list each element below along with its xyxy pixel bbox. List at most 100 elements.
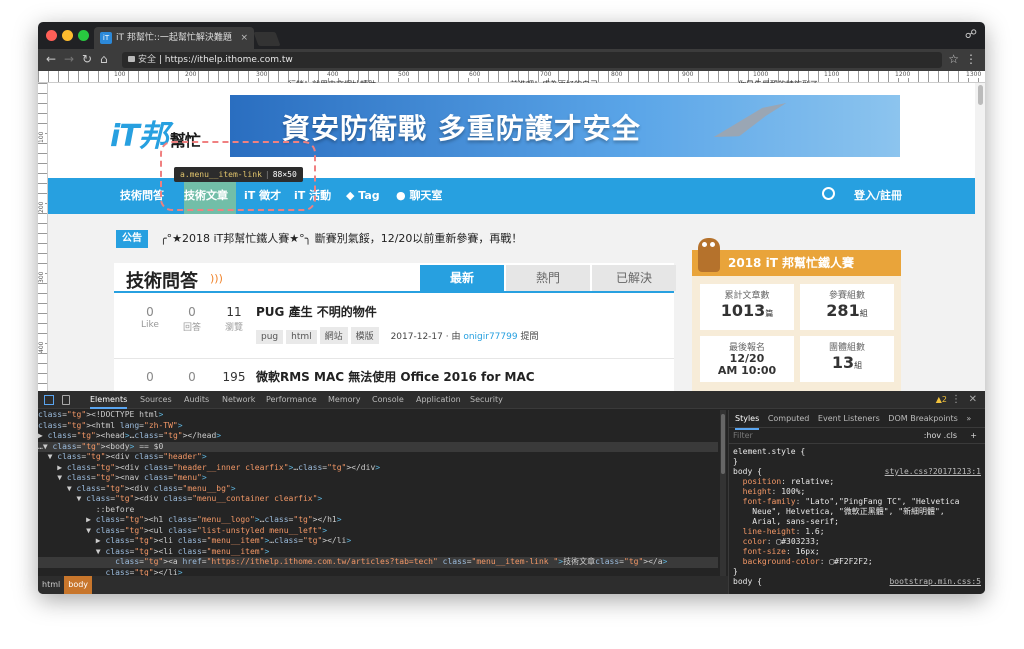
style-line[interactable]: line-height: 1.6; bbox=[729, 527, 985, 537]
dom-node[interactable]: ▶ class="tg"><head>…class="tg"></head> bbox=[38, 431, 718, 442]
close-tab-icon[interactable]: × bbox=[240, 27, 248, 49]
style-line[interactable]: body {bootstrap.min.css:5 bbox=[729, 577, 985, 587]
close-window-button[interactable] bbox=[46, 30, 57, 41]
devtools-menu-icon[interactable]: ⋮ bbox=[951, 391, 961, 409]
dom-node[interactable]: ▶ class="tg"><div class="header__inner c… bbox=[38, 463, 718, 474]
dom-node[interactable]: ▶ class="tg"><li class="menu__item">…cla… bbox=[38, 536, 718, 547]
styles-filter[interactable]: Filter :hov .cls + bbox=[729, 428, 985, 444]
forward-arrow-icon[interactable]: → bbox=[64, 52, 74, 66]
style-line[interactable]: Neue", Helvetica, "微軟正黑體", "新細明體", bbox=[729, 507, 985, 517]
dom-node[interactable]: class="tg"><html lang="zh-TW"> bbox=[38, 421, 718, 432]
style-line[interactable]: } bbox=[729, 567, 985, 577]
crumb-body[interactable]: body bbox=[64, 576, 93, 594]
style-line[interactable]: height: 100%; bbox=[729, 487, 985, 497]
tab-styles[interactable]: Styles bbox=[735, 410, 760, 430]
devtools-tab-performance[interactable]: Performance bbox=[266, 391, 317, 409]
login-link[interactable]: 登入/註冊 bbox=[854, 178, 902, 214]
browser-menu-icon[interactable]: ⋮ bbox=[965, 52, 977, 66]
question-title[interactable]: PUG 產生 不明的物件 bbox=[256, 303, 377, 320]
address-bar[interactable]: 安全 | https://ithelp.ithome.com.tw bbox=[122, 52, 942, 68]
home-icon[interactable]: ⌂ bbox=[100, 52, 108, 66]
tab-hot[interactable]: 熱門 bbox=[506, 265, 590, 291]
devtools-tab-console[interactable]: Console bbox=[372, 391, 404, 409]
tag-template[interactable]: 模版 bbox=[350, 327, 379, 344]
nav-item-chat[interactable]: ● 聊天室 bbox=[396, 178, 442, 214]
dom-node[interactable]: ▼ class="tg"><div class="menu__bg"> bbox=[38, 484, 718, 495]
question-row[interactable]: 0 Like 0 回答 11 瀏覽 PUG 產生 不明的物件 pug html 網站 模版 … bbox=[114, 295, 674, 359]
dom-node[interactable]: class="tg"><a href="https://ithelp.ithom… bbox=[38, 557, 718, 568]
search-icon[interactable] bbox=[822, 187, 835, 200]
nav-item-tech-qa[interactable]: 技術問答 bbox=[120, 178, 164, 214]
warning-count[interactable]: ▲2 bbox=[936, 391, 947, 409]
rss-icon[interactable]: ))) bbox=[210, 273, 223, 285]
dom-node[interactable]: ▼ class="tg"><nav class="menu"> bbox=[38, 473, 718, 484]
filter-input[interactable]: Filter bbox=[733, 431, 753, 440]
dom-tree[interactable]: class="tg"><!DOCTYPE html> class="tg"><ht… bbox=[38, 410, 718, 576]
ad-banner[interactable]: 資安防衛戰 多重防護才安全 bbox=[230, 95, 900, 157]
dom-node[interactable]: ▼ class="tg"><div class="header"> bbox=[38, 452, 718, 463]
style-line[interactable]: Arial, sans-serif; bbox=[729, 517, 985, 527]
tab-solved[interactable]: 已解決 bbox=[592, 265, 676, 291]
question-row[interactable]: 0 0 195 微軟RMS MAC 無法使用 Office 2016 for M… bbox=[114, 360, 674, 391]
style-line[interactable]: } bbox=[729, 457, 985, 467]
minimize-window-button[interactable] bbox=[62, 30, 73, 41]
bookmark-star-icon[interactable]: ☆ bbox=[948, 52, 959, 66]
style-line[interactable]: position: relative; bbox=[729, 477, 985, 487]
style-line[interactable]: font-family: "Lato","PingFang TC", "Helv… bbox=[729, 497, 985, 507]
ruler-mark: 700 bbox=[539, 71, 553, 78]
devtools-tab-audits[interactable]: Audits bbox=[184, 391, 209, 409]
new-tab-button[interactable] bbox=[253, 32, 281, 46]
devtools-tab-security[interactable]: Security bbox=[470, 391, 503, 409]
tab-latest[interactable]: 最新 bbox=[420, 265, 504, 291]
add-rule-icon[interactable]: + bbox=[970, 428, 977, 444]
style-line[interactable]: element.style { bbox=[729, 447, 985, 457]
reload-icon[interactable]: ↻ bbox=[82, 52, 92, 66]
device-toggle-icon[interactable] bbox=[62, 395, 70, 405]
tag-website[interactable]: 網站 bbox=[319, 327, 348, 344]
tab-computed[interactable]: Computed bbox=[768, 410, 810, 428]
dom-breadcrumb: html body bbox=[38, 576, 728, 594]
devtools-tab-network[interactable]: Network bbox=[222, 391, 255, 409]
hov-cls-toggle[interactable]: :hov .cls bbox=[924, 428, 957, 444]
stat-value: 281 bbox=[826, 301, 860, 320]
announcement-text[interactable]: ╭°★2018 iT邦幫忙鐵人賽★°╮ 斷賽別氣餒，12/20以前重新參賽，再戰… bbox=[160, 230, 522, 248]
devtools-tab-elements[interactable]: Elements bbox=[90, 391, 128, 409]
style-line[interactable]: font-size: 16px; bbox=[729, 547, 985, 557]
more-tabs-icon[interactable]: » bbox=[966, 410, 971, 428]
inspect-picker-icon[interactable] bbox=[44, 395, 54, 405]
devtools-panel: Elements Sources Audits Network Performance M… bbox=[38, 391, 985, 594]
stylesheet-link[interactable]: style.css?20171213:1 bbox=[885, 467, 981, 477]
jet-image bbox=[709, 95, 791, 145]
dom-node[interactable]: ::before bbox=[38, 505, 718, 516]
dom-scrollbar[interactable] bbox=[720, 410, 726, 576]
page-scrollbar[interactable] bbox=[978, 85, 983, 105]
browser-tab[interactable]: iT iT 邦幫忙::一起幫忙解決難題 × bbox=[94, 27, 254, 49]
devtools-tab-sources[interactable]: Sources bbox=[140, 391, 172, 409]
nav-item-tag[interactable]: ◆ Tag bbox=[346, 178, 380, 214]
devtools-tab-application[interactable]: Application bbox=[416, 391, 461, 409]
crumb-html[interactable]: html bbox=[38, 576, 64, 594]
style-line[interactable]: body {style.css?20171213:1 bbox=[729, 467, 985, 477]
dom-node[interactable]: ▼ class="tg"><div class="menu__container… bbox=[38, 494, 718, 505]
question-title[interactable]: 微軟RMS MAC 無法使用 Office 2016 for MAC bbox=[256, 368, 535, 385]
back-arrow-icon[interactable]: ← bbox=[46, 52, 56, 66]
close-devtools-icon[interactable]: ✕ bbox=[969, 391, 977, 409]
devtools-tab-memory[interactable]: Memory bbox=[328, 391, 361, 409]
tag-pug[interactable]: pug bbox=[256, 330, 284, 344]
style-line[interactable]: color: ▢#303233; bbox=[729, 537, 985, 547]
tab-event-listeners[interactable]: Event Listeners bbox=[818, 410, 880, 428]
dom-node[interactable]: class="tg"><!DOCTYPE html> bbox=[38, 410, 718, 421]
tab-dom-breakpoints[interactable]: DOM Breakpoints bbox=[888, 410, 958, 428]
ruler-mark: 400 bbox=[38, 341, 45, 353]
ironman-title[interactable]: 2018 iT 邦幫忙鐵人賽 bbox=[692, 250, 901, 276]
author-link[interactable]: onigir77799 bbox=[463, 332, 517, 342]
zoom-window-button[interactable] bbox=[78, 30, 89, 41]
dom-node[interactable]: ▼ class="tg"><li class="menu__item"> bbox=[38, 547, 718, 558]
dom-node[interactable]: class="tg"></li> bbox=[38, 568, 718, 577]
dom-node[interactable]: …▼ class="tg"><body> == $0 bbox=[38, 441, 718, 452]
dom-node[interactable]: ▼ class="tg"><ul class="list-unstyled me… bbox=[38, 526, 718, 537]
style-line[interactable]: background-color: ▢#F2F2F2; bbox=[729, 557, 985, 567]
dom-node[interactable]: ▶ class="tg"><h1 class="menu__logo">…cla… bbox=[38, 515, 718, 526]
tag-html[interactable]: html bbox=[286, 330, 317, 344]
stylesheet-link[interactable]: bootstrap.min.css:5 bbox=[889, 577, 981, 587]
